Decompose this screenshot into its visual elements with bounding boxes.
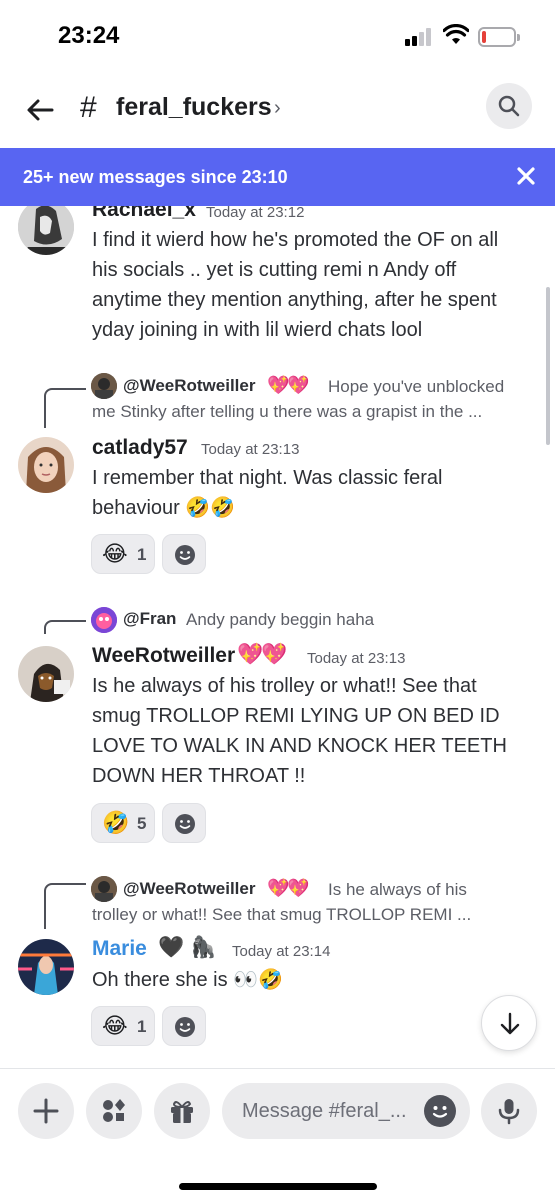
reply-preview[interactable]: Is he always of his [328, 878, 467, 902]
emoji-icon [432, 1106, 448, 1118]
message-timestamp: Today at 23:14 [232, 943, 331, 960]
new-messages-banner[interactable]: 25+ new messages since 23:10 [0, 148, 555, 206]
search-icon [498, 95, 520, 117]
message-input[interactable]: Message #feral_... [222, 1083, 470, 1139]
reply-author-badges: 💖💖 [267, 878, 310, 898]
wifi-icon [443, 24, 469, 44]
reply-author[interactable]: @WeeRotweiller [123, 376, 255, 396]
reply-preview[interactable]: Hope you've unblocked [328, 375, 504, 399]
reply-author-badges: 💖💖 [267, 375, 310, 395]
emoji-button[interactable] [424, 1095, 456, 1127]
message-author[interactable]: catlady57 [92, 436, 188, 460]
jump-to-present-button[interactable] [481, 995, 537, 1051]
avatar[interactable] [18, 437, 74, 493]
apps-button[interactable] [86, 1083, 142, 1139]
chevron-right-icon[interactable]: › [274, 97, 281, 120]
reaction-emoji: 😂 [102, 1013, 128, 1038]
microphone-icon [498, 1099, 520, 1125]
reply-connector [44, 620, 86, 634]
author-badges: 💖💖 [237, 643, 287, 666]
scroll-down-icon [500, 1012, 520, 1035]
apps-icon [103, 1099, 125, 1122]
reaction-count: 1 [137, 1017, 147, 1036]
message-body: Oh there she is 👀🤣 [92, 969, 283, 991]
add-reaction-button[interactable] [162, 534, 206, 574]
message-timestamp: Today at 23:12 [206, 206, 305, 221]
add-reaction-icon [175, 545, 195, 565]
reaction-chip[interactable]: 😂 1 [91, 1006, 155, 1046]
new-messages-text: 25+ new messages since 23:10 [23, 167, 288, 187]
search-button[interactable] [486, 83, 532, 129]
channel-header: # feral_fuckers › [0, 74, 555, 148]
reaction-chip[interactable]: 😂 1 [91, 534, 155, 574]
home-indicator[interactable] [179, 1183, 377, 1190]
message-body: I find it wierd how he's promoted the OF… [92, 229, 499, 341]
reply-connector [44, 883, 86, 929]
add-reaction-button[interactable] [162, 1006, 206, 1046]
message-author[interactable]: Marie [92, 937, 147, 961]
message-list: Rachael_x Today at 23:12 I find it wierd… [0, 206, 555, 1068]
avatar [91, 373, 117, 399]
add-reaction-icon [175, 814, 195, 834]
avatar[interactable] [18, 646, 74, 702]
message-composer: Message #feral_... [0, 1068, 555, 1200]
status-bar: 23:24 [0, 0, 555, 74]
avatar[interactable] [18, 206, 74, 255]
reply-preview[interactable]: me Stinky after telling u there was a gr… [92, 400, 482, 424]
message-author[interactable]: Rachael_x [92, 206, 196, 222]
reply-author[interactable]: @Fran [123, 609, 176, 629]
plus-icon [33, 1098, 59, 1124]
channel-name[interactable]: feral_fuckers [116, 93, 272, 122]
message-author[interactable]: WeeRotweiller [92, 644, 235, 668]
reaction-count: 1 [137, 545, 147, 564]
gift-icon [171, 1101, 193, 1123]
message-timestamp: Today at 23:13 [307, 650, 406, 667]
back-arrow-icon[interactable] [22, 92, 58, 128]
battery-icon [478, 27, 520, 47]
message-body: I remember that night. Was classic feral… [92, 467, 443, 519]
status-time: 23:24 [58, 22, 120, 49]
reply-preview[interactable]: trolley or what!! See that smug TROLLOP … [92, 903, 471, 927]
add-reaction-icon [175, 1017, 195, 1037]
voice-message-button[interactable] [481, 1083, 537, 1139]
avatar [91, 876, 117, 902]
reaction-emoji: 🤣 [102, 810, 130, 835]
reaction-emoji: 😂 [102, 541, 128, 566]
channel-hash-icon: # [80, 91, 97, 124]
scrollbar[interactable] [546, 287, 550, 445]
reply-preview[interactable]: Andy pandy beggin haha [186, 608, 374, 632]
author-badges: 🖤 🦍 [158, 936, 217, 959]
close-icon[interactable] [514, 164, 538, 188]
reply-author[interactable]: @WeeRotweiller [123, 879, 255, 899]
add-reaction-button[interactable] [162, 803, 206, 843]
add-attachment-button[interactable] [18, 1083, 74, 1139]
cellular-signal-icon [405, 28, 435, 46]
message-timestamp: Today at 23:13 [201, 441, 300, 458]
reply-connector [44, 388, 86, 428]
message-body: Is he always of his trolley or what!! Se… [92, 675, 507, 787]
gift-button[interactable] [154, 1083, 210, 1139]
reaction-chip[interactable]: 🤣 5 [91, 803, 155, 843]
message-input-placeholder: Message #feral_... [242, 1100, 407, 1122]
avatar[interactable] [18, 939, 74, 995]
reaction-count: 5 [137, 814, 147, 833]
avatar [91, 607, 117, 633]
